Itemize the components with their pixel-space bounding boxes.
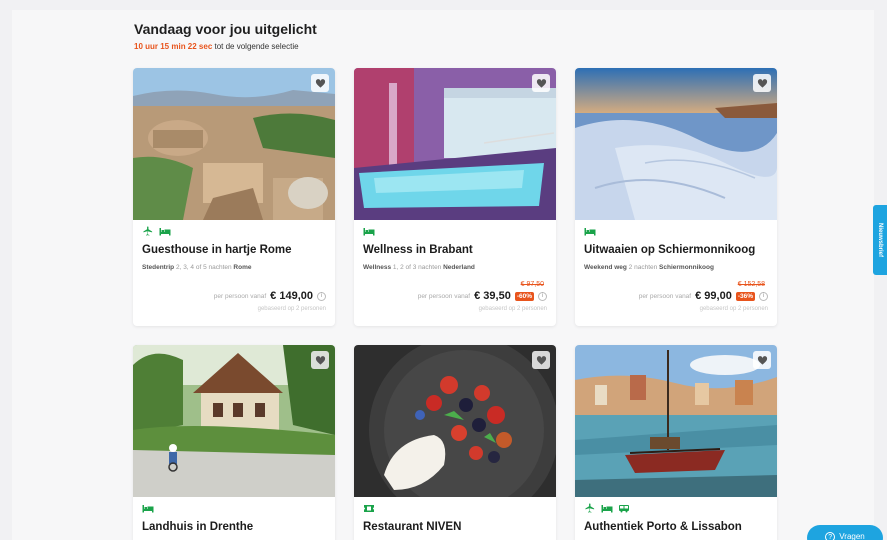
ticket-icon [364,504,374,512]
heart-icon [315,78,325,88]
deal-category: Stedentrip [142,264,175,271]
deal-image-schiermonnikoog[interactable] [575,68,777,220]
countdown-time: 10 uur 15 min 22 sec [134,42,213,51]
favorite-button[interactable] [311,74,329,92]
price: € 99,00 [695,290,732,302]
deal-image-rome[interactable] [133,68,335,220]
favorite-button[interactable] [532,351,550,369]
deal-title[interactable]: Restaurant NIVEN [363,521,461,533]
help-button[interactable]: ? Vragen [807,525,883,540]
deal-category: Weekend weg [584,264,627,271]
heart-icon [536,355,546,365]
travel-icons [363,225,375,237]
travel-icons [363,502,375,514]
deal-image-porto[interactable] [575,345,777,497]
favorite-button[interactable] [532,74,550,92]
deal-image-drenthe[interactable] [133,345,335,497]
plane-icon [143,225,153,236]
deal-card[interactable]: Wellness in Brabant Wellness 1, 2 of 3 n… [354,68,556,326]
travel-icons [584,502,630,514]
info-icon[interactable]: i [538,291,547,301]
deal-location: Rome [233,264,252,271]
bed-icon [363,227,375,235]
info-icon[interactable]: i [317,291,326,301]
bed-icon [584,227,596,235]
deal-title[interactable]: Authentiek Porto & Lissabon [584,521,742,533]
travel-icons [142,502,154,514]
price-line: per persoon vanaf € 149,00 i [214,290,326,302]
deal-title[interactable]: Guesthouse in hartje Rome [142,244,292,256]
bus-icon [619,504,629,512]
discount-badge: -60% [514,291,534,301]
price: € 149,00 [270,290,313,302]
deal-nights: 1, 2 of 3 nachten [391,264,444,271]
deal-location: Nederland [443,264,475,271]
help-label: Vragen [839,532,865,540]
deal-card[interactable]: Authentiek Porto & Lissabon [575,345,777,540]
question-icon: ? [825,532,836,540]
travel-icons [584,225,596,237]
bed-icon [142,504,154,512]
bed-icon [159,227,171,235]
old-price: € 152,58 [737,281,765,288]
heart-icon [757,78,767,88]
price-from-label: per persoon vanaf [213,292,267,300]
countdown: 10 uur 15 min 22 sec tot de volgende sel… [134,42,299,51]
newsletter-tab[interactable]: Nieuwsbrief [873,205,887,275]
deal-image-restaurant[interactable] [354,345,556,497]
price: € 39,50 [474,290,511,302]
deal-nights: 2, 3, 4 of 5 nachten [174,264,234,271]
deal-card[interactable]: Landhuis in Drenthe [133,345,335,540]
deal-title[interactable]: Landhuis in Drenthe [142,521,253,533]
price-line: per persoon vanaf € 99,00 -36% i [639,290,768,302]
deal-card[interactable]: Uitwaaien op Schiermonnikoog Weekend weg… [575,68,777,326]
price-line: per persoon vanaf € 39,50 -60% i [418,290,547,302]
deal-subtitle: Wellness 1, 2 of 3 nachten Nederland [363,264,475,271]
deal-subtitle: Stedentrip 2, 3, 4 of 5 nachten Rome [142,264,251,271]
heart-icon [536,78,546,88]
bed-icon [601,504,613,512]
price-from-label: per persoon vanaf [638,292,692,300]
discount-badge: -36% [735,291,755,301]
heart-icon [757,355,767,365]
info-icon[interactable]: i [759,291,768,301]
favorite-button[interactable] [311,351,329,369]
section-title: Vandaag voor jou uitgelicht [134,21,317,37]
price-basis: gebaseerd op 2 personen [478,306,547,312]
deal-title[interactable]: Uitwaaien op Schiermonnikoog [584,244,755,256]
plane-icon [585,502,595,513]
price-basis: gebaseerd op 2 personen [699,306,768,312]
heart-icon [315,355,325,365]
deal-category: Wellness [363,264,392,271]
favorite-button[interactable] [753,351,771,369]
deal-card[interactable]: Restaurant NIVEN [354,345,556,540]
favorite-button[interactable] [753,74,771,92]
deal-card[interactable]: Guesthouse in hartje Rome Stedentrip 2, … [133,68,335,326]
old-price: € 97,50 [520,281,544,288]
deal-nights: 2 nachten [626,264,660,271]
deal-title[interactable]: Wellness in Brabant [363,244,473,256]
price-from-label: per persoon vanaf [417,292,471,300]
deal-location: Schiermonnikoog [659,264,714,271]
deal-image-wellness[interactable] [354,68,556,220]
deal-subtitle: Weekend weg 2 nachten Schiermonnikoog [584,264,714,271]
travel-icons [142,225,171,237]
price-basis: gebaseerd op 2 personen [257,306,326,312]
countdown-suffix: tot de volgende selectie [212,42,299,51]
